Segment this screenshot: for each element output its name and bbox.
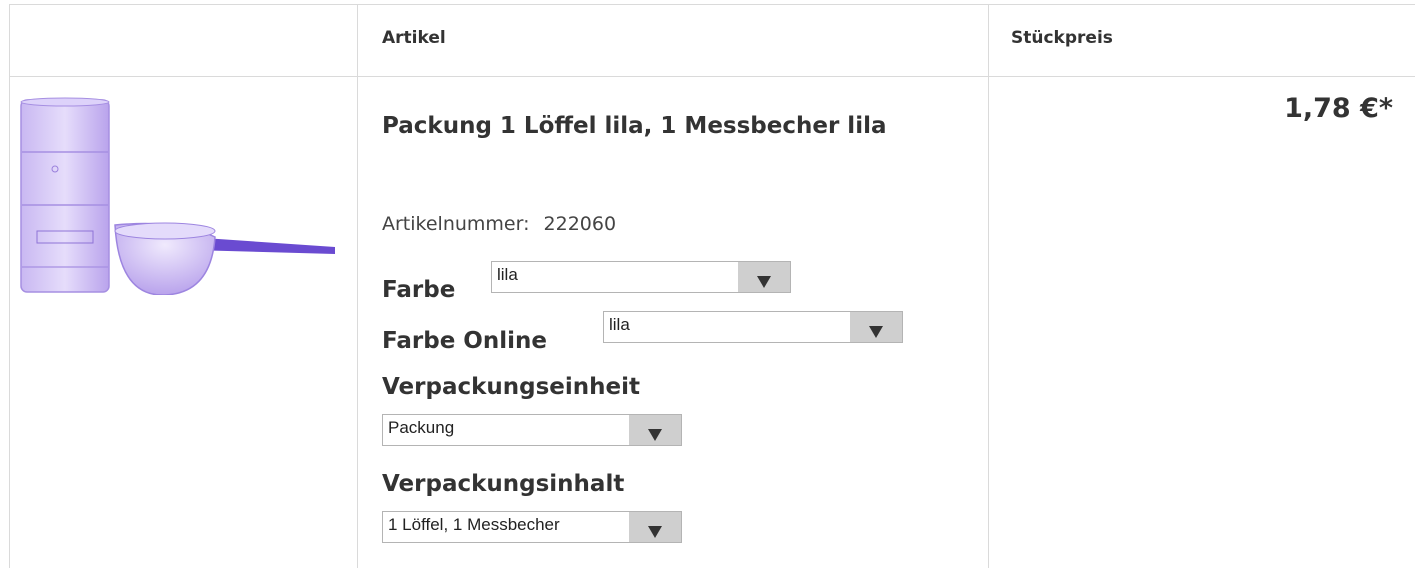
article-number: Artikelnummer: 222060: [382, 213, 616, 235]
farbe-online-dropdown-button[interactable]: [850, 312, 902, 342]
table-header-divider: [9, 76, 1415, 77]
table-column-divider: [357, 4, 358, 568]
option-label-farbe-online: Farbe Online: [382, 328, 547, 354]
verpackungsinhalt-select-value: 1 Löffel, 1 Messbecher: [388, 515, 560, 534]
farbe-dropdown-button[interactable]: [738, 262, 790, 292]
verpackungseinheit-dropdown-button[interactable]: [629, 415, 681, 445]
article-number-label: Artikelnummer:: [382, 213, 530, 235]
verpackungsinhalt-dropdown-button[interactable]: [629, 512, 681, 542]
farbe-online-select-value: lila: [609, 315, 630, 334]
verpackungseinheit-select-value: Packung: [388, 418, 455, 437]
option-label-verpackungsinhalt: Verpackungsinhalt: [382, 471, 625, 497]
table-border-top: [9, 4, 1415, 5]
chevron-down-icon: [869, 326, 883, 338]
chevron-down-icon: [648, 429, 662, 441]
farbe-select[interactable]: lila: [491, 261, 791, 293]
chevron-down-icon: [648, 526, 662, 538]
unit-price: 1,78 €*: [1284, 93, 1393, 124]
table-column-divider: [988, 4, 989, 568]
verpackungseinheit-select[interactable]: Packung: [382, 414, 682, 446]
verpackungsinhalt-select[interactable]: 1 Löffel, 1 Messbecher: [382, 511, 682, 543]
product-photo-icon: [20, 97, 335, 296]
header-article: Artikel: [382, 28, 446, 48]
option-label-verpackungseinheit: Verpackungseinheit: [382, 374, 641, 400]
article-number-value: 222060: [543, 213, 617, 235]
farbe-online-select[interactable]: lila: [603, 311, 903, 343]
farbe-select-value: lila: [497, 265, 518, 284]
chevron-down-icon: [757, 276, 771, 288]
product-image[interactable]: [19, 97, 337, 296]
header-unit-price: Stückpreis: [1011, 28, 1113, 48]
option-label-farbe: Farbe: [382, 277, 456, 303]
table-border-left: [9, 4, 10, 568]
product-title[interactable]: Packung 1 Löffel lila, 1 Messbecher lila: [382, 108, 962, 145]
